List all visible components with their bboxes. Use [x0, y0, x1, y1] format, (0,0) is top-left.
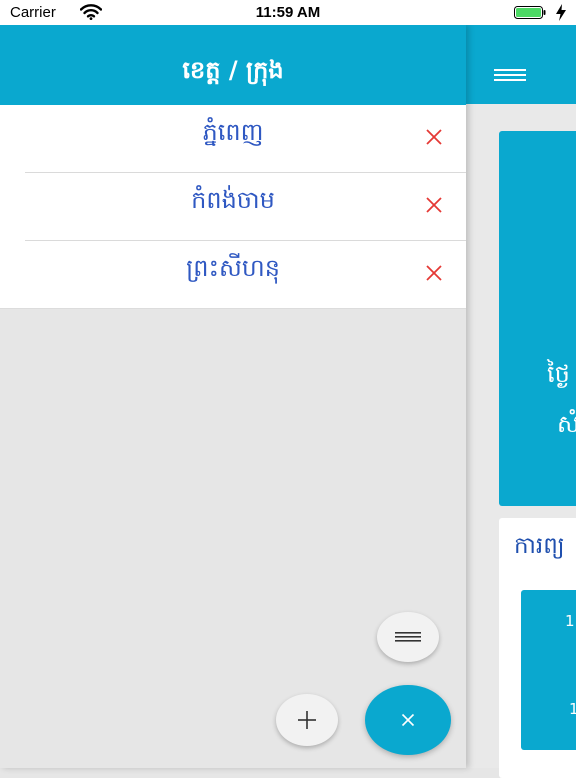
main-header [466, 25, 576, 104]
close-fab-button[interactable] [365, 685, 451, 755]
forecast-tile[interactable]: 1 1 [521, 590, 576, 750]
drawer-header: ខេត្ត / ក្រុង [0, 25, 466, 105]
info-line-day: ថ្ងៃ [547, 360, 570, 388]
drawer-title: ខេត្ត / ក្រុង [182, 56, 284, 84]
plus-icon [298, 711, 316, 729]
province-list: ភ្នំពេញ កំពង់ចាម ព្រះសីហនុ [0, 105, 466, 309]
add-province-fab-button[interactable] [276, 694, 338, 746]
menu-button[interactable] [490, 61, 530, 87]
province-name: ព្រះសីហនុ [186, 254, 280, 282]
battery-icon [514, 6, 546, 19]
charging-bolt-icon [556, 4, 566, 21]
status-bar: Carrier 11:59 AM [0, 0, 576, 25]
forecast-tile-value: 1 [565, 612, 575, 630]
province-name: ភ្នំពេញ [202, 118, 264, 146]
forecast-card: ការព្យ 1 1 [499, 518, 576, 778]
status-time: 11:59 AM [255, 4, 321, 21]
remove-province-button[interactable] [424, 195, 444, 215]
province-item-phnom-penh[interactable]: ភ្នំពេញ [0, 105, 466, 173]
close-x-icon [401, 713, 415, 727]
info-line-humidity: សំ [557, 410, 576, 438]
remove-province-button[interactable] [424, 263, 444, 283]
forecast-title: ការព្យ [514, 533, 565, 559]
main-page: ថ្ងៃ សំ ការព្យ 1 1 [466, 25, 576, 778]
province-item-kampong-cham[interactable]: កំពង់ចាម [0, 173, 466, 241]
hamburger-menu-icon [494, 69, 526, 81]
province-name: កំពង់ចាម [191, 186, 275, 214]
list-fab-button[interactable] [377, 612, 439, 662]
forecast-tile-value: 1 [569, 700, 576, 718]
remove-province-button[interactable] [424, 127, 444, 147]
weather-info-card: ថ្ងៃ សំ [499, 131, 576, 506]
province-item-preah-sihanouk[interactable]: ព្រះសីហនុ [0, 241, 466, 309]
list-lines-icon [395, 632, 421, 642]
